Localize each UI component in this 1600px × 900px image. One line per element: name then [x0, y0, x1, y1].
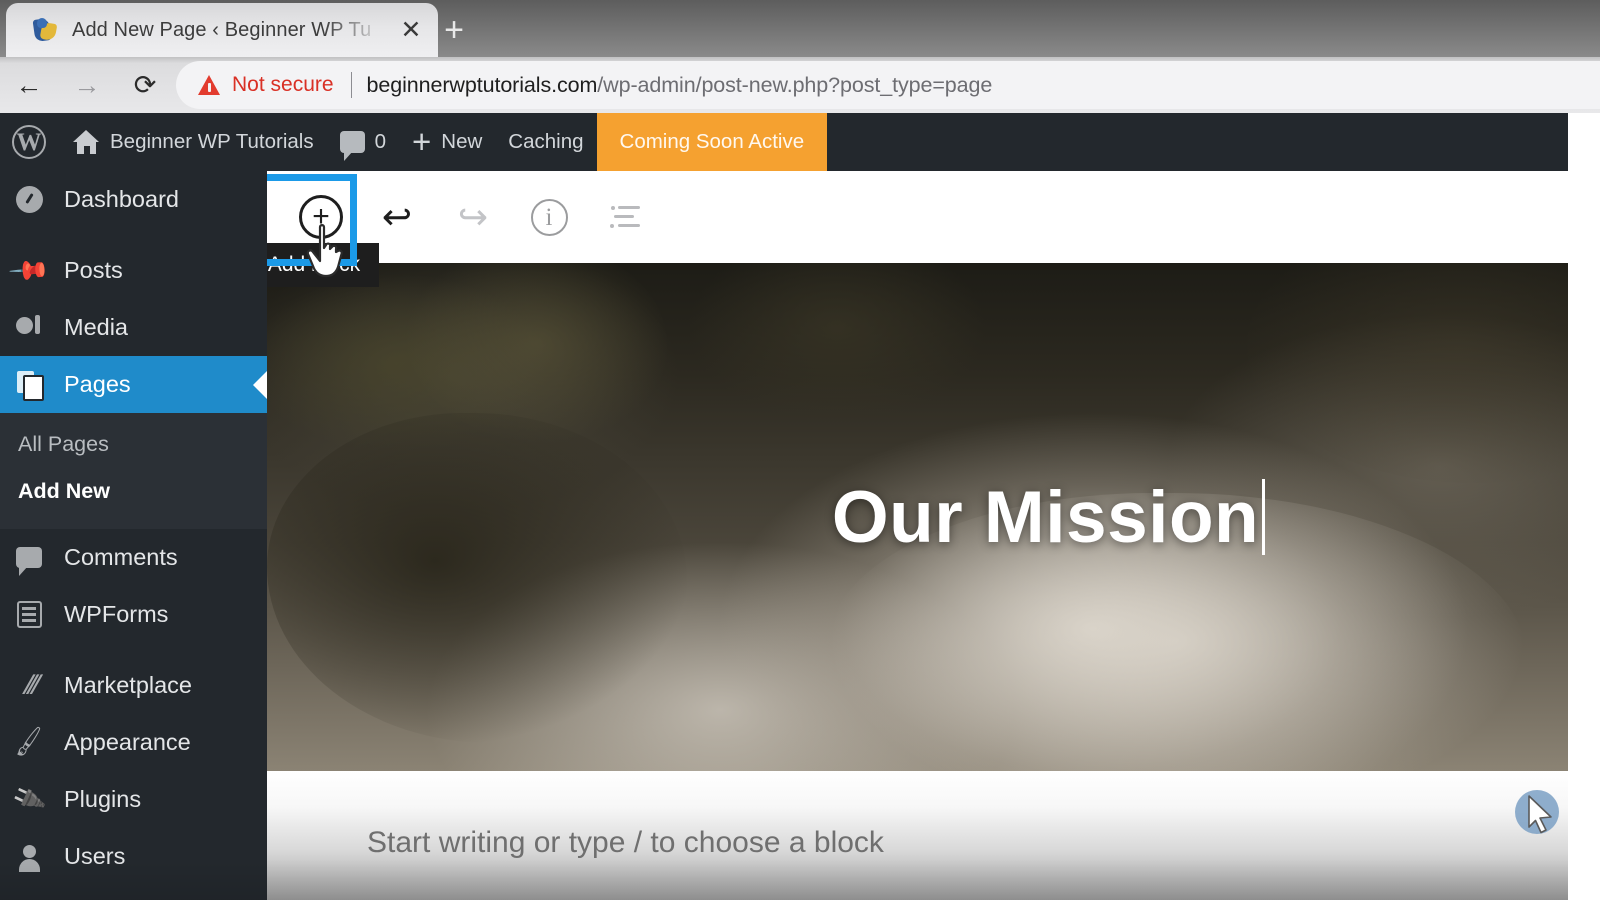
sidebar-item-label: Dashboard	[64, 186, 179, 212]
wordpress-site-favicon	[32, 17, 58, 43]
wp-admin-sidebar: Dashboard 📌 Posts Media Pages All Pages …	[0, 171, 267, 900]
add-block-tooltip: Add block	[267, 243, 379, 287]
sidebar-divider	[0, 643, 267, 657]
site-name-label: Beginner WP Tutorials	[110, 130, 314, 153]
redo-icon: ↪	[457, 196, 489, 237]
comment-icon	[12, 547, 46, 576]
video-right-letterbox	[1568, 113, 1600, 900]
cover-title-wrap: Our Mission	[267, 263, 1600, 771]
sidebar-item-dashboard[interactable]: Dashboard	[0, 171, 267, 228]
dashboard-icon	[12, 186, 46, 213]
paragraph-placeholder: Start writing or type / to choose a bloc…	[367, 826, 884, 859]
home-icon	[73, 130, 100, 154]
sidebar-item-users[interactable]: Users	[0, 828, 267, 885]
admin-bar-site-name[interactable]: Beginner WP Tutorials	[60, 113, 327, 171]
submenu-item-label: All Pages	[18, 432, 109, 456]
browser-tab-strip: Add New Page ‹ Beginner WP Tu ✕ +	[0, 0, 1600, 57]
marketplace-icon: ⫻	[23, 671, 38, 699]
url-text: beginnerwptutorials.com/wp-admin/post-ne…	[367, 73, 993, 98]
form-icon	[12, 601, 46, 628]
submenu-item-add-new[interactable]: Add New	[0, 468, 267, 515]
forward-icon[interactable]: →	[58, 57, 116, 113]
paragraph-block[interactable]: Start writing or type / to choose a bloc…	[267, 771, 1600, 900]
sidebar-item-posts[interactable]: 📌 Posts	[0, 242, 267, 299]
sidebar-item-label: Posts	[64, 257, 123, 283]
sidebar-item-plugins[interactable]: 🔌 Plugins	[0, 771, 267, 828]
sidebar-divider	[0, 228, 267, 242]
sidebar-item-marketplace[interactable]: ⫻ Marketplace	[0, 657, 267, 714]
editor-toolbar: + ↩ ↪ i Add block	[267, 171, 1600, 287]
coming-soon-label: Coming Soon Active	[619, 130, 805, 153]
pin-icon: 📌	[7, 248, 52, 293]
back-icon[interactable]: ←	[0, 57, 58, 113]
wp-admin-bar: W Beginner WP Tutorials 0 + New Caching …	[0, 113, 1600, 171]
undo-icon: ↩	[381, 196, 413, 237]
sidebar-item-label: Plugins	[64, 786, 142, 812]
browser-tab-title: Add New Page ‹ Beginner WP Tu	[72, 18, 372, 41]
comments-count: 0	[374, 130, 386, 153]
reload-icon[interactable]: ⟳	[116, 57, 174, 113]
sidebar-item-label: Comments	[64, 544, 178, 570]
redo-button[interactable]: ↪	[449, 193, 497, 241]
cover-block[interactable]: Our Mission	[267, 263, 1600, 771]
sidebar-item-label: Pages	[64, 371, 131, 397]
browser-toolbar: ← → ⟳ Not secure beginnerwptutorials.com…	[0, 57, 1600, 113]
details-button[interactable]: i	[525, 193, 573, 241]
sidebar-item-label: WPForms	[64, 601, 169, 627]
omnibox-divider	[350, 72, 352, 98]
submenu-item-all-pages[interactable]: All Pages	[0, 421, 267, 468]
url-path: /wp-admin/post-new.php?post_type=page	[597, 72, 993, 97]
undo-button[interactable]: ↩	[373, 193, 421, 241]
plus-icon: +	[299, 195, 343, 239]
wordpress-logo-icon[interactable]: W	[0, 113, 60, 171]
sidebar-item-pages[interactable]: Pages	[0, 356, 267, 413]
sidebar-item-comments[interactable]: Comments	[0, 529, 267, 586]
tooltip-label: Add block	[267, 253, 361, 276]
cover-heading-text: Our Mission	[831, 476, 1260, 558]
sidebar-item-wpforms[interactable]: WPForms	[0, 586, 267, 643]
cover-heading[interactable]: Our Mission	[831, 476, 1266, 559]
not-secure-warning-icon	[198, 74, 221, 96]
text-caret	[1262, 479, 1266, 555]
pages-submenu: All Pages Add New	[0, 413, 267, 529]
sidebar-item-label: Media	[64, 314, 129, 340]
list-view-button[interactable]	[601, 193, 649, 241]
info-icon: i	[530, 198, 568, 236]
admin-bar-comments[interactable]: 0	[327, 113, 399, 171]
admin-bar-caching[interactable]: Caching	[495, 113, 596, 171]
caching-label: Caching	[508, 130, 584, 153]
sidebar-item-label: Appearance	[64, 729, 191, 755]
comment-bubble-icon	[339, 131, 365, 161]
new-label: New	[441, 130, 483, 153]
coming-soon-badge[interactable]: Coming Soon Active	[596, 113, 828, 171]
new-tab-button[interactable]: +	[432, 8, 476, 52]
brush-icon: 🖌	[10, 725, 47, 759]
block-editor: + ↩ ↪ i Add block Our Mission Start writ…	[267, 171, 1600, 900]
submenu-item-label: Add New	[18, 479, 110, 503]
add-block-button[interactable]: +	[297, 193, 345, 241]
url-host: beginnerwptutorials.com	[366, 72, 598, 97]
user-icon	[12, 844, 46, 872]
sidebar-item-media[interactable]: Media	[0, 299, 267, 356]
sidebar-item-label: Marketplace	[64, 672, 192, 698]
browser-tab[interactable]: Add New Page ‹ Beginner WP Tu ✕	[6, 3, 438, 57]
plus-icon: +	[412, 123, 432, 161]
not-secure-label[interactable]: Not secure	[232, 73, 334, 97]
admin-bar-new[interactable]: + New	[399, 113, 495, 171]
address-bar[interactable]: Not secure beginnerwptutorials.com/wp-ad…	[176, 61, 1600, 109]
sidebar-item-appearance[interactable]: 🖌 Appearance	[0, 714, 267, 771]
pages-icon	[12, 371, 46, 401]
sidebar-item-label: Users	[64, 843, 126, 869]
media-icon	[12, 315, 46, 340]
close-icon[interactable]: ✕	[394, 13, 428, 47]
browser-chrome: Add New Page ‹ Beginner WP Tu ✕ + ← → ⟳ …	[0, 0, 1600, 113]
plug-icon: 🔌	[10, 781, 48, 818]
list-view-icon	[610, 205, 640, 229]
mouse-pointer	[1515, 790, 1559, 834]
